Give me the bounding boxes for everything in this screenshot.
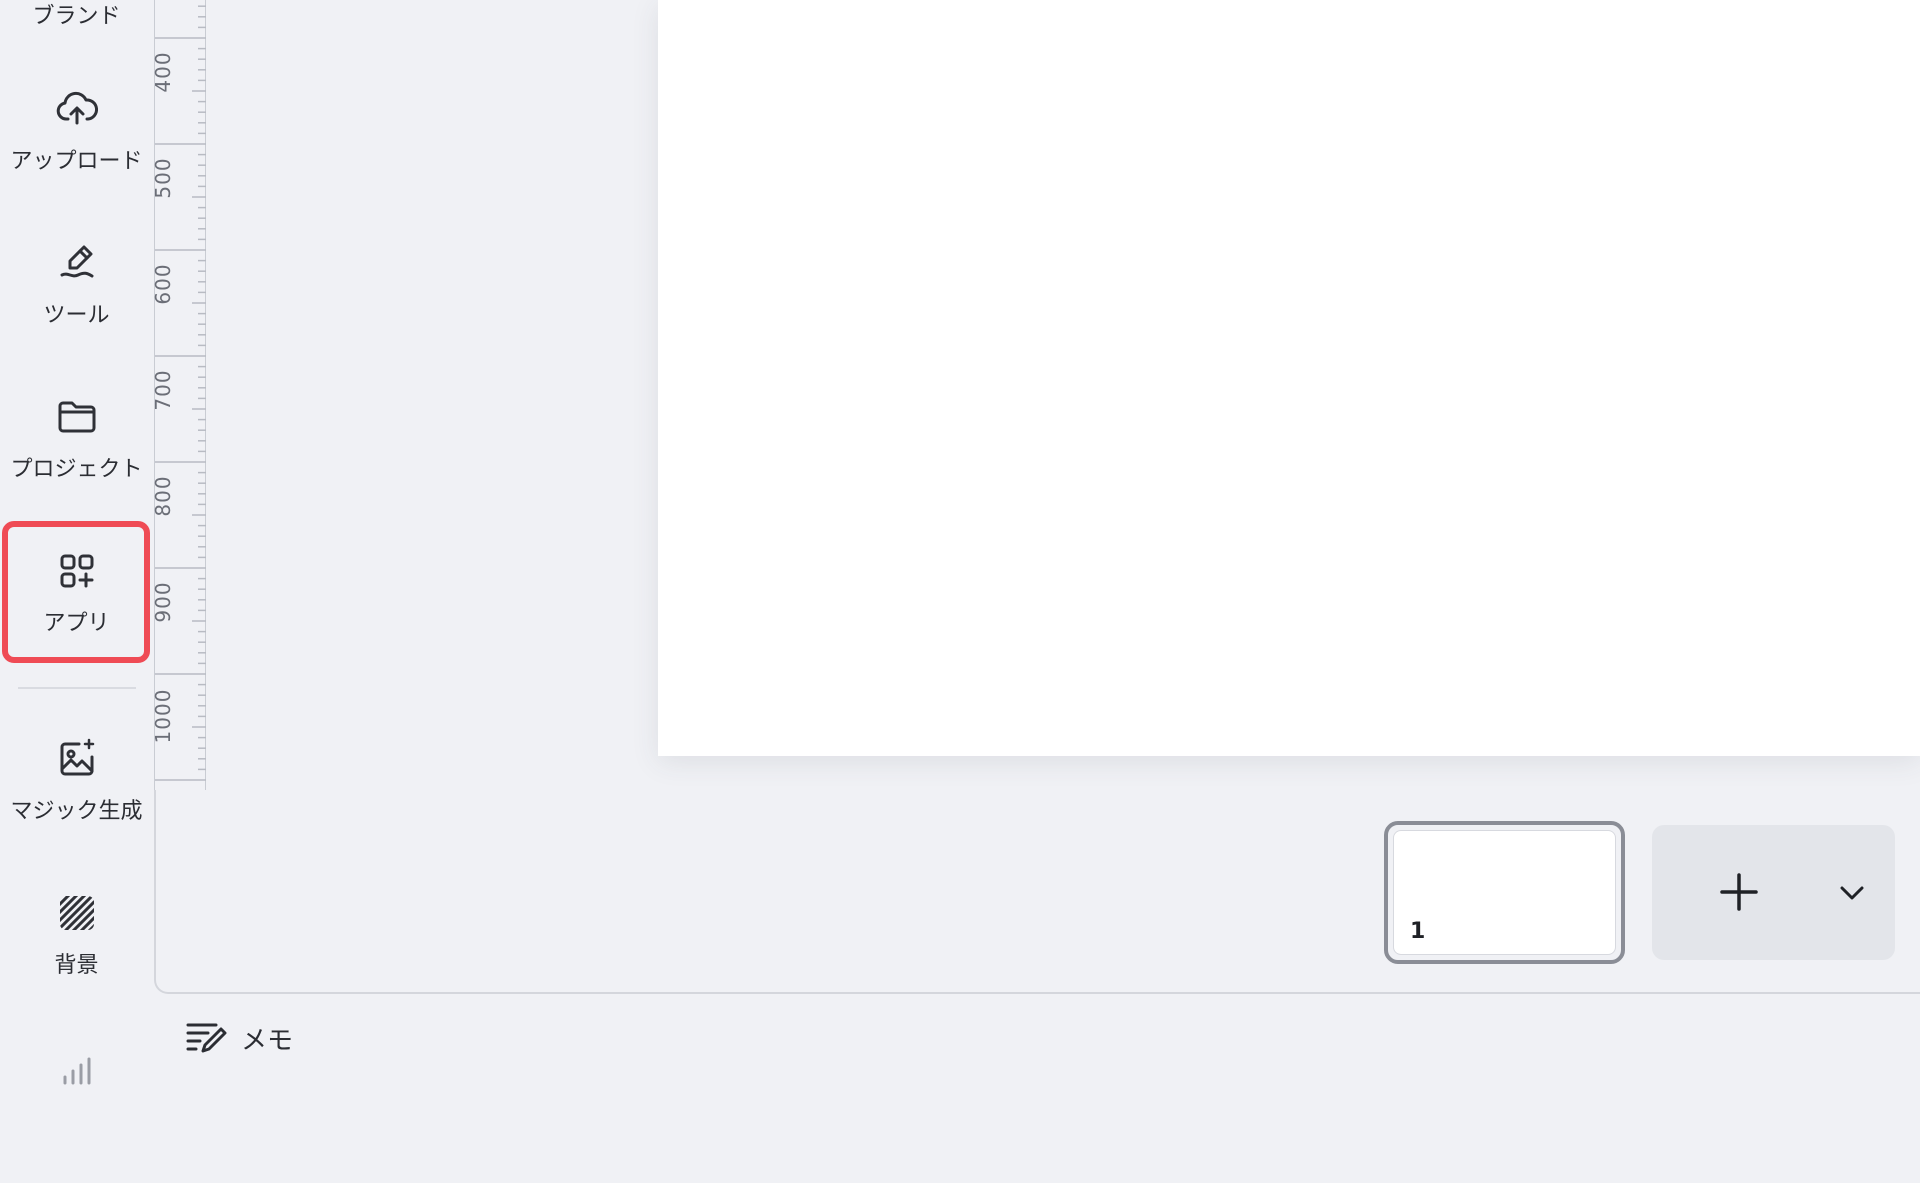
sidebar-item-label: プロジェクト <box>10 457 143 482</box>
sidebar-item-charts[interactable] <box>0 1043 153 1183</box>
notes-label: メモ <box>241 1025 294 1056</box>
magic-image-icon <box>53 735 101 783</box>
sidebar-divider <box>18 687 136 689</box>
sidebar-item-background[interactable]: 背景 <box>0 889 153 1029</box>
cloud-upload-icon <box>53 85 101 133</box>
sidebar-item-apps[interactable]: アプリ <box>0 547 153 687</box>
sidebar-item-brand[interactable]: ブランド <box>0 0 153 30</box>
plus-icon[interactable] <box>1714 867 1764 917</box>
left-sidebar: ブランド アップロード ツール プロジェクト アプリ マジック生成 背景 <box>0 0 153 1085</box>
sidebar-item-magic-generate[interactable]: マジック生成 <box>0 735 153 875</box>
design-canvas-page[interactable] <box>658 0 1920 756</box>
page-thumbnail[interactable]: 1 <box>1384 821 1625 964</box>
sidebar-item-label: アプリ <box>43 611 110 636</box>
sidebar-item-projects[interactable]: プロジェクト <box>0 393 153 533</box>
sidebar-item-label: マジック生成 <box>10 799 143 824</box>
notes-button[interactable]: メモ <box>185 1018 293 1058</box>
page-number: 1 <box>1410 919 1426 944</box>
bar-chart-icon <box>53 1043 101 1091</box>
folder-icon <box>53 393 101 441</box>
vertical-ruler: 400 500 600 700 800 900 1000 <box>151 0 206 790</box>
sidebar-item-tools[interactable]: ツール <box>0 239 153 379</box>
sidebar-item-label: ツール <box>43 303 110 328</box>
sidebar-item-label: 背景 <box>54 953 99 978</box>
page-thumbnail-preview: 1 <box>1393 830 1616 955</box>
add-page-button[interactable] <box>1652 825 1895 960</box>
apps-grid-plus-icon <box>53 547 101 595</box>
sidebar-item-label: ブランド <box>32 4 121 29</box>
chevron-down-icon[interactable] <box>1837 880 1867 906</box>
hatched-background-icon <box>53 889 101 937</box>
pen-tool-icon <box>53 239 101 287</box>
notes-edit-icon <box>185 1019 227 1057</box>
sidebar-item-upload[interactable]: アップロード <box>0 85 153 225</box>
sidebar-item-label: アップロード <box>10 149 143 174</box>
